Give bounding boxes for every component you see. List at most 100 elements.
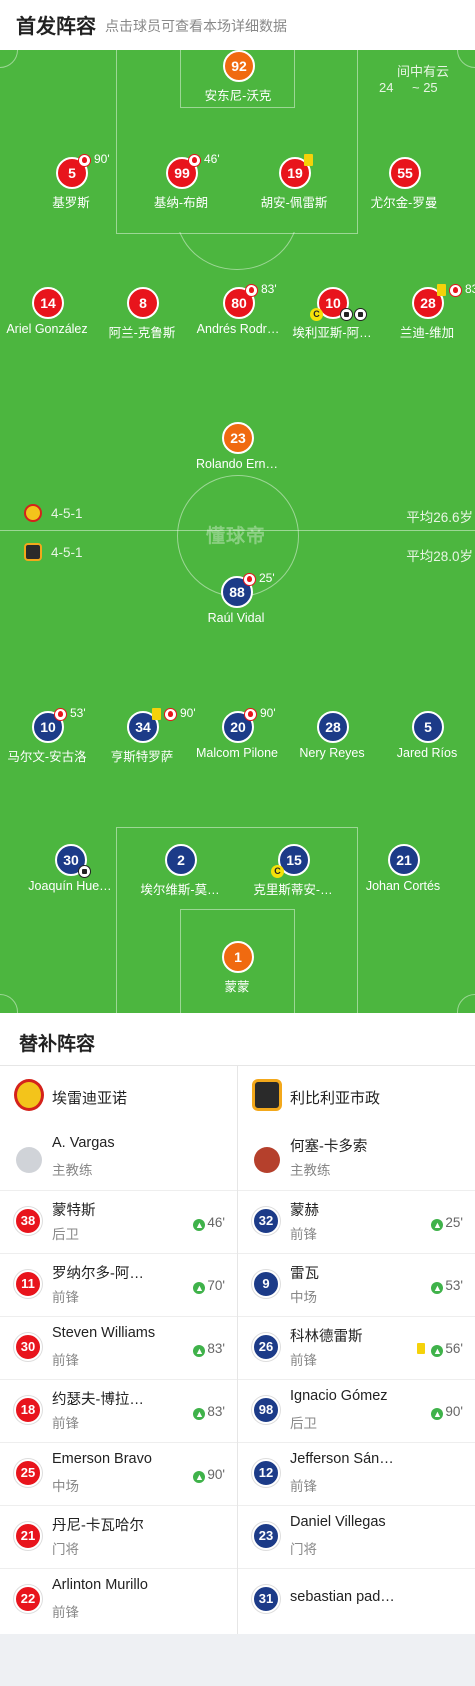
player-name: 基纳-布朗 (153, 196, 209, 210)
captain-badge-icon: C (310, 308, 323, 321)
bench-player-number: 11 (14, 1270, 42, 1298)
sub-in-icon: ▲ (431, 1408, 444, 1420)
bench-player-row[interactable]: 9 雷瓦 中场 ▲ 53' (238, 1254, 475, 1317)
sub-time: 46' (204, 152, 220, 166)
bench-player-row[interactable]: 23 Daniel Villegas 门将 (238, 1506, 475, 1569)
sub-in-time: ▲ 83' (193, 1404, 225, 1420)
bench-player-position: 前锋 (52, 1605, 79, 1620)
player-away-88[interactable]: 88 Raúl Vidal 25' (181, 571, 291, 636)
home-bench-column: 埃雷迪亚诺 A. Vargas 主教练 38 蒙特斯 后卫 ▲ 46' 11 罗纳… (0, 1065, 237, 1632)
bench-player-position: 门将 (290, 1542, 317, 1557)
bench-player-number: 12 (252, 1459, 280, 1487)
player-away-5[interactable]: 5 Jared Ríos (372, 711, 475, 771)
bench-player-row[interactable]: 18 约瑟夫-博拉… 前锋 ▲ 83' (0, 1380, 237, 1443)
player-home-23[interactable]: 23 Rolando Ern… (182, 422, 292, 482)
bench-player-position: 中场 (290, 1290, 317, 1305)
sub-time: 83 (465, 282, 475, 296)
bench-player-number: 30 (14, 1333, 42, 1361)
away-team-header[interactable]: 利比利亚市政 (238, 1065, 475, 1127)
bench-player-position: 前锋 (290, 1353, 317, 1368)
captain-badge-icon: C (271, 865, 284, 878)
bench-section: 替补阵容 埃雷迪亚诺 A. Vargas 主教练 38 蒙特斯 后卫 ▲ 46' … (0, 1013, 475, 1634)
sub-in-minute: 90' (207, 1467, 225, 1482)
bench-player-row[interactable]: 12 Jefferson Sán… 前锋 (238, 1443, 475, 1506)
player-away-15[interactable]: 15 克里斯蒂安-… C (238, 844, 348, 904)
sub-out-icon (449, 284, 462, 297)
player-home-99[interactable]: 99 基纳-布朗 46' (126, 152, 236, 217)
sub-in-minute: 83' (207, 1341, 225, 1356)
sub-in-minute: 83' (207, 1404, 225, 1419)
lineup-header: 首发阵容 点击球员可查看本场详细数据 (0, 0, 475, 50)
player-name: Rolando Ern… (196, 457, 278, 471)
player-away-21[interactable]: 21 Johan Cortés (348, 844, 458, 904)
bench-player-row[interactable]: 30 Steven Williams 前锋 ▲ 83' (0, 1317, 237, 1380)
bench-player-row[interactable]: 31 sebastian pad… (238, 1569, 475, 1632)
bench-player-row[interactable]: 32 蒙赫 前锋 ▲ 25' (238, 1191, 475, 1254)
player-away-34[interactable]: 34 亨斯特罗萨 90' (87, 706, 197, 771)
bench-player-position: 中场 (52, 1479, 79, 1494)
away-formation-row: 4-5-1 平均28.0岁 (24, 543, 475, 564)
sub-in-minute: 53' (445, 1278, 463, 1293)
sub-in-minute: 70' (207, 1278, 225, 1293)
bench-player-row[interactable]: 26 科林德雷斯 前锋 ▲ 56' (238, 1317, 475, 1380)
yellow-card-icon (304, 154, 313, 166)
player-away-20[interactable]: 20 Malcom Pilone 90' (182, 706, 292, 771)
player-home-8[interactable]: 8 阿兰-克鲁斯 (87, 287, 197, 347)
player-number: 8 (127, 287, 159, 319)
sub-in-icon: ▲ (193, 1282, 206, 1294)
bench-player-name: 蒙特斯 (52, 1203, 96, 1219)
bench-player-row[interactable]: 98 Ignacio Gómez 后卫 ▲ 90' (238, 1380, 475, 1443)
sub-in-time: ▲ 25' (431, 1215, 463, 1231)
sub-out-icon (188, 154, 201, 167)
player-number: 14 (32, 287, 64, 319)
player-away-1[interactable]: 1 蒙蒙 (182, 941, 292, 1001)
sub-in-time: ▲ 70' (193, 1278, 225, 1294)
bench-player-number: 38 (14, 1207, 42, 1235)
away-team-name: 利比利亚市政 (290, 1090, 381, 1107)
player-away-2[interactable]: 2 埃尔维斯-莫… (125, 844, 235, 904)
sub-in-icon: ▲ (193, 1345, 206, 1357)
sub-time: 90' (260, 706, 276, 720)
player-home-55[interactable]: 55 尤尔金-罗曼 (349, 157, 459, 217)
player-name: 蒙蒙 (224, 980, 250, 994)
home-team-header[interactable]: 埃雷迪亚诺 (0, 1065, 237, 1127)
bench-player-row[interactable]: 25 Emerson Bravo 中场 ▲ 90' (0, 1443, 237, 1506)
player-away-28[interactable]: 28 Nery Reyes (277, 711, 387, 771)
bench-player-name: Jefferson Sán… (290, 1451, 394, 1467)
sub-out-icon (54, 708, 67, 721)
player-home-19[interactable]: 19 胡安-佩雷斯 (239, 154, 349, 217)
sub-out-icon (244, 708, 257, 721)
sub-in-minute: 90' (445, 1404, 463, 1419)
sub-time: 90' (94, 152, 110, 166)
bench-player-position: 前锋 (52, 1290, 79, 1305)
bench-player-number: 25 (14, 1459, 42, 1487)
player-home-5[interactable]: 5 基罗斯 90' (16, 152, 126, 217)
bench-player-row[interactable]: 11 罗纳尔多-阿… 前锋 ▲ 70' (0, 1254, 237, 1317)
bench-player-name: 丹尼-卡瓦哈尔 (52, 1518, 144, 1534)
player-home-28[interactable]: 28 兰迪-维加 83 (372, 282, 475, 347)
bench-player-row[interactable]: 22 Arlinton Murillo 前锋 (0, 1569, 237, 1632)
temp-low: 24 (379, 80, 394, 95)
bench-player-row[interactable]: 38 蒙特斯 后卫 ▲ 46' (0, 1191, 237, 1254)
bench-player-name: Emerson Bravo (52, 1451, 152, 1467)
bench-player-name: Steven Williams (52, 1325, 156, 1341)
sub-time: 83' (261, 282, 277, 296)
page-title: 首发阵容 (16, 16, 96, 38)
player-number: 5 (412, 711, 444, 743)
bench-player-name: 雷瓦 (290, 1266, 319, 1282)
sub-in-icon: ▲ (431, 1282, 444, 1294)
bench-player-position: 前锋 (290, 1479, 317, 1494)
sub-in-icon: ▲ (193, 1219, 206, 1231)
away-coach[interactable]: 何塞-卡多索 主教练 (238, 1127, 475, 1191)
player-away-30[interactable]: 30 Joaquín Hue… (15, 844, 125, 904)
home-coach[interactable]: A. Vargas 主教练 (0, 1127, 237, 1191)
player-name: Johan Cortés (365, 879, 441, 893)
sub-in-minute: 46' (207, 1215, 225, 1230)
bench-player-position: 后卫 (52, 1227, 79, 1242)
coach-role: 主教练 (52, 1163, 93, 1178)
away-formation: 4-5-1 (51, 545, 83, 560)
sub-time: 25' (259, 571, 275, 585)
bench-player-row[interactable]: 21 丹尼-卡瓦哈尔 门将 (0, 1506, 237, 1569)
sub-in-icon: ▲ (193, 1408, 206, 1420)
player-home-92[interactable]: 92 安东尼-沃克 (183, 50, 293, 110)
